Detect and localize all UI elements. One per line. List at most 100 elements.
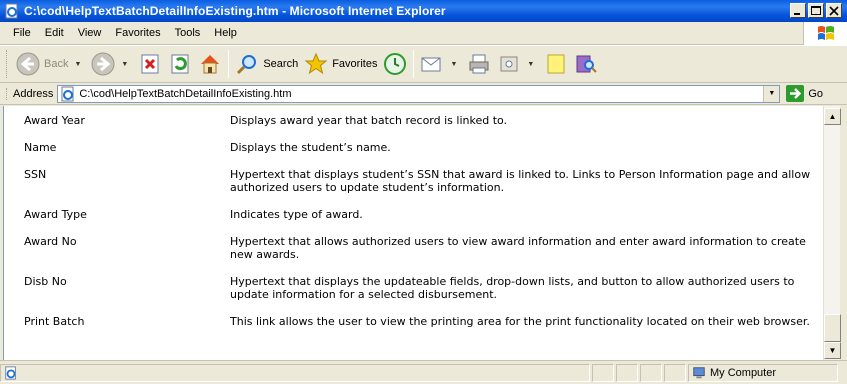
field-description: Hypertext that allows authorized users t… bbox=[230, 235, 806, 261]
scroll-thumb[interactable] bbox=[824, 314, 841, 342]
star-icon bbox=[304, 52, 328, 75]
field-name: Award Year bbox=[24, 114, 85, 127]
mail-dropdown-icon[interactable]: ▼ bbox=[450, 61, 457, 68]
field-description: Hypertext that displays student’s SSN th… bbox=[230, 168, 811, 194]
address-bar: Address C:\cod\HelpTextBatchDetailInfoEx… bbox=[0, 83, 847, 105]
discuss-button[interactable] bbox=[541, 48, 571, 80]
mail-icon bbox=[421, 57, 441, 72]
edit-button[interactable]: ▼ bbox=[494, 48, 541, 80]
research-button[interactable] bbox=[571, 48, 601, 80]
minimize-icon bbox=[794, 13, 800, 15]
status-bar: My Computer bbox=[0, 360, 847, 384]
field-description: This link allows the user to view the pr… bbox=[230, 315, 810, 328]
field-name: SSN bbox=[24, 168, 47, 181]
ie-page-icon bbox=[61, 86, 74, 101]
back-arrow-icon bbox=[16, 52, 40, 76]
home-icon bbox=[201, 55, 220, 74]
chevron-up-icon: ▲ bbox=[828, 112, 837, 121]
menu-edit[interactable]: Edit bbox=[38, 25, 71, 41]
menu-file[interactable]: File bbox=[6, 25, 38, 41]
scroll-down-button[interactable]: ▼ bbox=[824, 342, 841, 359]
ie-page-icon bbox=[5, 3, 18, 19]
vertical-scrollbar[interactable]: ▲ ▼ bbox=[823, 106, 841, 360]
list-item: Award Type Indicates type of award. bbox=[24, 208, 814, 221]
toolbar-separator bbox=[228, 50, 230, 78]
history-icon bbox=[384, 53, 407, 75]
list-item: Award Year Displays award year that batc… bbox=[24, 114, 814, 127]
refresh-button[interactable] bbox=[165, 48, 195, 80]
toolbar-grip bbox=[6, 50, 9, 78]
printer-icon bbox=[469, 54, 489, 74]
field-name: Disb No bbox=[24, 275, 67, 288]
address-dropdown-icon[interactable]: ▼ bbox=[763, 85, 780, 102]
forward-arrow-icon bbox=[91, 52, 115, 76]
list-item: Award No Hypertext that allows authorize… bbox=[24, 235, 814, 261]
title-bar: C:\cod\HelpTextBatchDetailInfoExisting.h… bbox=[0, 0, 847, 22]
stop-button[interactable] bbox=[135, 48, 165, 80]
minimize-button[interactable] bbox=[790, 3, 806, 18]
close-button[interactable] bbox=[826, 3, 842, 18]
menu-help[interactable]: Help bbox=[207, 25, 244, 41]
search-button[interactable]: Search bbox=[232, 48, 301, 80]
computer-icon bbox=[693, 366, 705, 378]
address-field[interactable]: C:\cod\HelpTextBatchDetailInfoExisting.h… bbox=[57, 84, 781, 103]
menu-view[interactable]: View bbox=[71, 25, 109, 41]
home-button[interactable] bbox=[195, 48, 225, 80]
edit-dropdown-icon[interactable]: ▼ bbox=[527, 61, 534, 68]
maximize-icon bbox=[811, 6, 821, 15]
menu-tools[interactable]: Tools bbox=[168, 25, 208, 41]
edit-page-icon bbox=[500, 56, 518, 72]
field-name: Award Type bbox=[24, 208, 87, 221]
field-name: Award No bbox=[24, 235, 77, 248]
list-item: Name Displays the student’s name. bbox=[24, 141, 814, 154]
list-item: Print Batch This link allows the user to… bbox=[24, 315, 814, 328]
mail-button[interactable]: ▼ bbox=[417, 48, 464, 80]
zone-label: My Computer bbox=[710, 366, 777, 379]
status-pane bbox=[592, 363, 614, 382]
field-description: Indicates type of award. bbox=[230, 208, 363, 221]
windows-flag-icon bbox=[818, 26, 834, 40]
status-message bbox=[0, 363, 590, 382]
maximize-button[interactable] bbox=[808, 3, 824, 18]
forward-button[interactable]: ▼ bbox=[88, 48, 135, 80]
print-button[interactable] bbox=[464, 48, 494, 80]
status-pane bbox=[616, 363, 638, 382]
list-item: SSN Hypertext that displays student’s SS… bbox=[24, 168, 814, 194]
history-button[interactable] bbox=[380, 48, 410, 80]
address-label: Address bbox=[6, 87, 53, 100]
back-button[interactable]: Back ▼ bbox=[13, 48, 88, 80]
chevron-down-icon: ▼ bbox=[828, 346, 837, 355]
forward-dropdown-icon[interactable]: ▼ bbox=[121, 61, 128, 68]
security-zone: My Computer bbox=[688, 363, 838, 382]
scroll-up-button[interactable]: ▲ bbox=[824, 108, 841, 125]
search-icon bbox=[237, 55, 257, 75]
go-button[interactable]: Go bbox=[786, 85, 823, 102]
favorites-button[interactable]: Favorites bbox=[301, 48, 380, 80]
page-content: Award Year Displays award year that batc… bbox=[3, 106, 823, 360]
field-description: Displays the student’s name. bbox=[230, 141, 391, 154]
go-label: Go bbox=[808, 87, 824, 100]
field-description: Hypertext that displays the updateable f… bbox=[230, 275, 795, 301]
window-title: C:\cod\HelpTextBatchDetailInfoExisting.h… bbox=[24, 4, 446, 18]
field-name: Print Batch bbox=[24, 315, 85, 328]
menu-favorites[interactable]: Favorites bbox=[108, 25, 167, 41]
toolbar: Back ▼ ▼ Search Favorites ▼ ▼ bbox=[0, 45, 847, 83]
status-pane bbox=[640, 363, 662, 382]
help-list: Award Year Displays award year that batc… bbox=[24, 114, 814, 342]
back-dropdown-icon[interactable]: ▼ bbox=[74, 61, 81, 68]
go-arrow-icon bbox=[786, 85, 805, 102]
address-url: C:\cod\HelpTextBatchDetailInfoExisting.h… bbox=[79, 87, 292, 100]
refresh-icon bbox=[171, 54, 189, 74]
field-description: Displays award year that batch record is… bbox=[230, 114, 508, 127]
close-icon bbox=[829, 6, 839, 16]
research-icon bbox=[576, 55, 598, 73]
windows-logo bbox=[803, 22, 847, 45]
toolbar-separator bbox=[413, 50, 415, 78]
list-item: Disb No Hypertext that displays the upda… bbox=[24, 275, 814, 301]
note-icon bbox=[547, 54, 565, 74]
page-done-icon bbox=[5, 365, 16, 380]
status-pane bbox=[664, 363, 686, 382]
menu-bar: File Edit View Favorites Tools Help bbox=[0, 22, 847, 45]
stop-icon bbox=[141, 54, 159, 74]
field-name: Name bbox=[24, 141, 57, 154]
